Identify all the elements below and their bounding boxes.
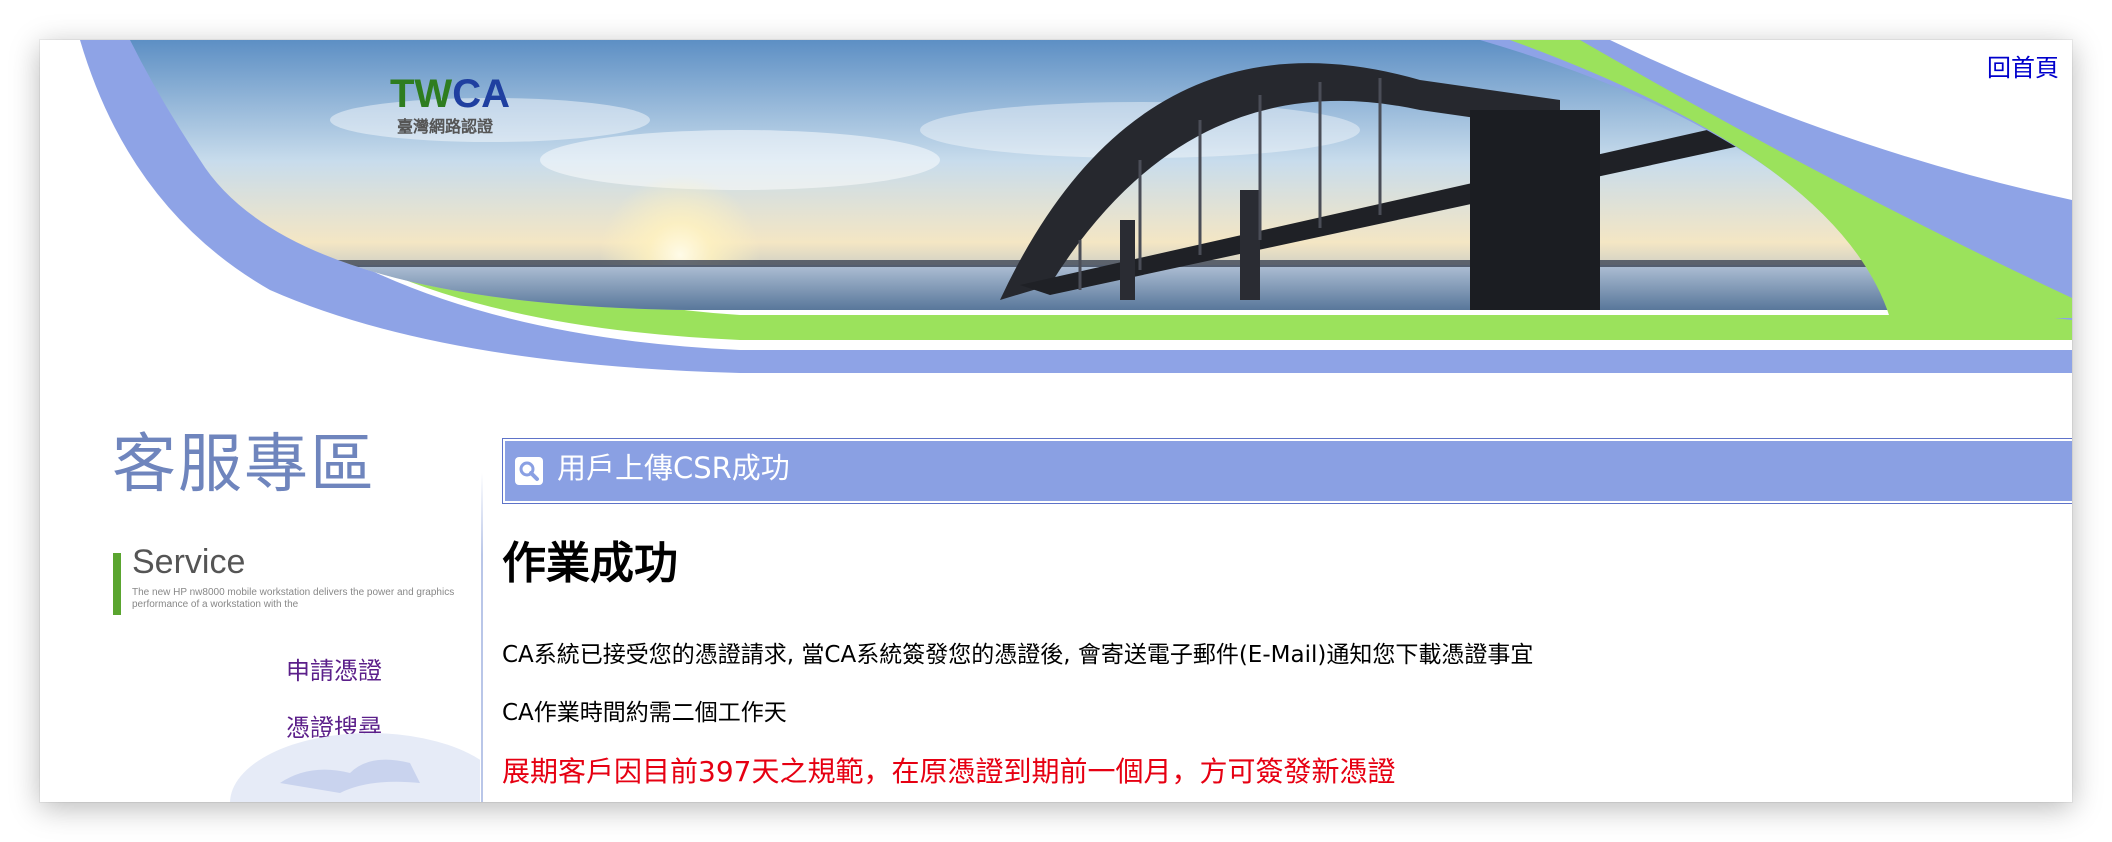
result-title: 作業成功 <box>502 538 678 589</box>
service-accent-bar <box>113 553 121 615</box>
sidebar-title: 客服專區 <box>112 428 376 502</box>
page-heading-bar: 用戶上傳CSR成功 <box>502 438 2072 504</box>
banner-bridge-image: TWCA 臺灣網路認證 <box>40 40 2072 373</box>
service-description: The new HP nw8000 mobile workstation del… <box>132 587 455 610</box>
sidebar-divider <box>481 473 483 802</box>
search-icon <box>515 457 543 485</box>
globe-decoration <box>230 733 480 802</box>
page-heading: 用戶上傳CSR成功 <box>557 451 790 485</box>
main-content: 用戶上傳CSR成功 作業成功 CA系統已接受您的憑證請求, 當CA系統簽發您的憑… <box>502 438 2072 786</box>
result-message: CA系統已接受您的憑證請求, 當CA系統簽發您的憑證後, 會寄送電子郵件(E-M… <box>502 642 1534 668</box>
service-word: Service <box>132 543 246 581</box>
processing-time-text: CA作業時間約需二個工作天 <box>502 700 787 726</box>
sidebar-link-apply-certificate[interactable]: 申請憑證 <box>286 651 382 686</box>
twca-logo: TWCA <box>390 72 510 116</box>
twca-logo-subtitle: 臺灣網路認證 <box>397 117 494 136</box>
renewal-notice: 展期客戶因目前397天之規範，在原憑證到期前一個月，方可簽發新憑證 <box>502 755 1396 788</box>
sidebar: 客服專區 Service The new HP nw8000 mobile wo… <box>40 373 484 802</box>
browser-page: TWCA 臺灣網路認證 回首頁 客服專區 Service The new HP … <box>40 40 2072 802</box>
header-banner: TWCA 臺灣網路認證 回首頁 <box>40 40 2072 373</box>
home-link[interactable]: 回首頁 <box>1987 48 2059 83</box>
